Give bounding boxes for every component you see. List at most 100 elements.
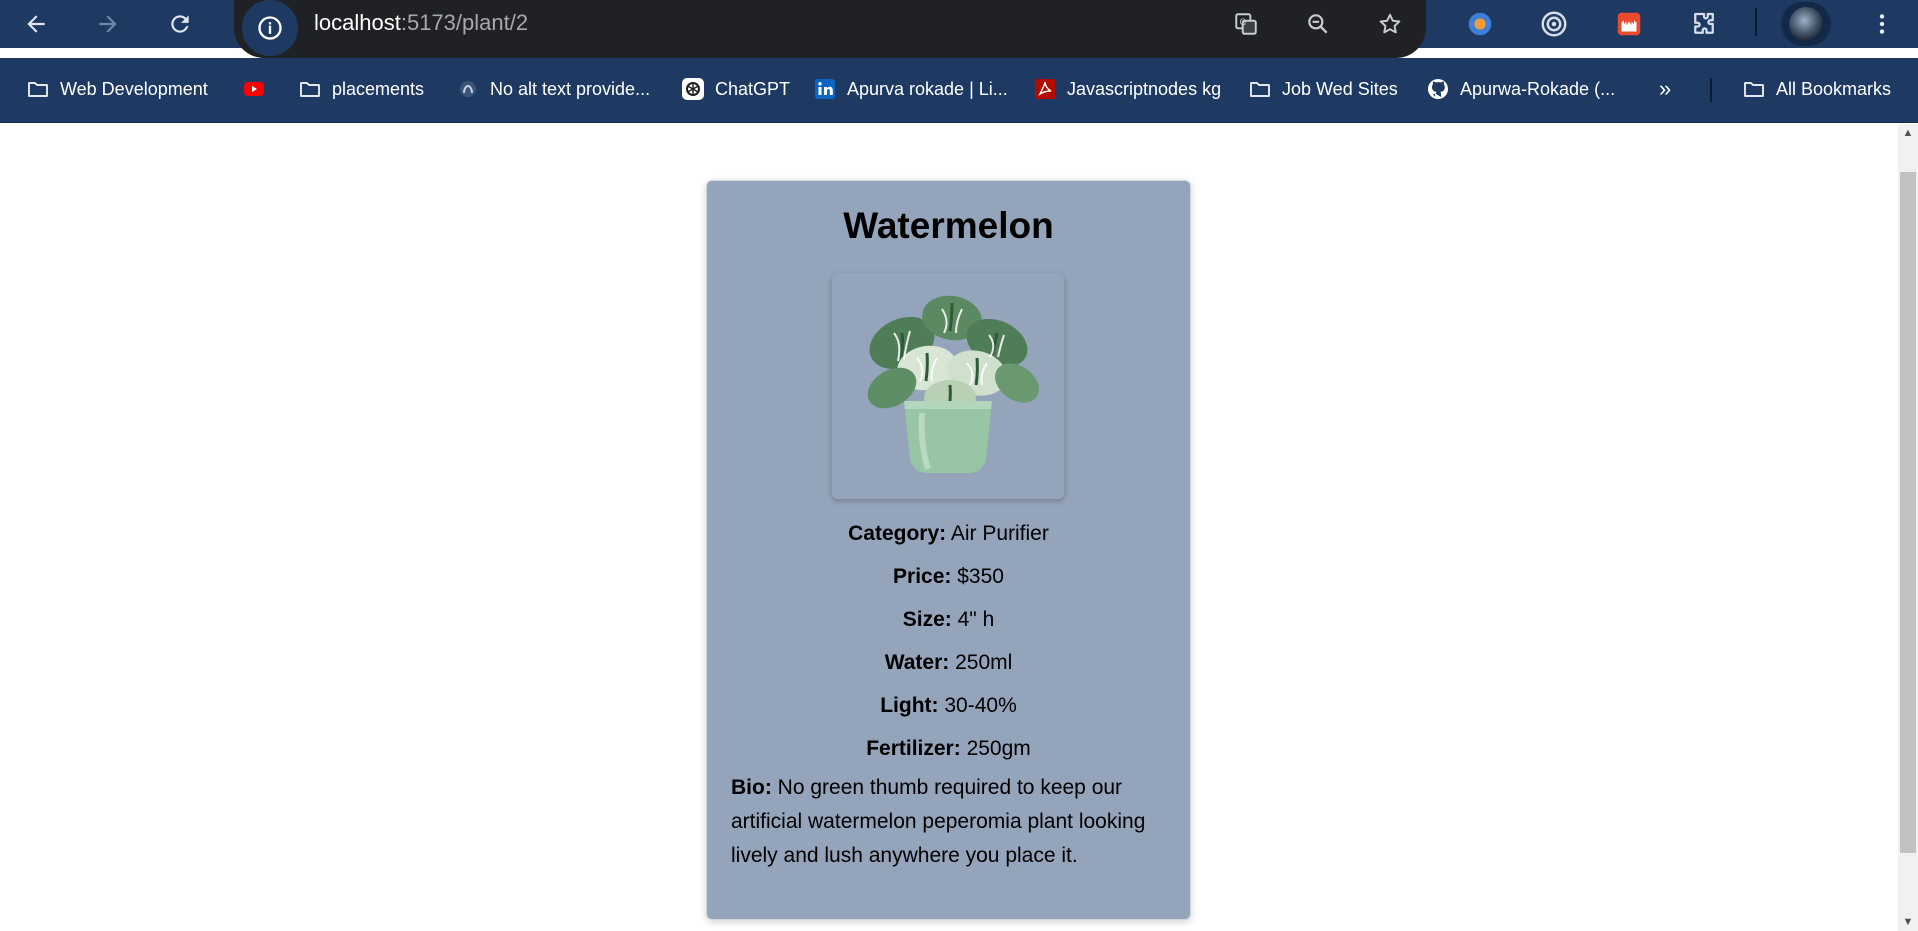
avatar [1789, 7, 1823, 41]
more-bookmarks-button[interactable]: » [1659, 74, 1671, 104]
plant-name: Watermelon [843, 205, 1054, 246]
info-icon [258, 16, 282, 40]
category-value: Air Purifier [946, 522, 1049, 545]
double-chevron-right-icon: » [1659, 76, 1672, 101]
folder-icon [298, 77, 322, 101]
extension-1-button[interactable] [1462, 6, 1498, 42]
more-vert-icon [1879, 14, 1885, 34]
bookmark-label: placements [332, 78, 425, 99]
bookmarks-bar: Web Development placements No alt text p… [0, 58, 1918, 123]
size-value: 4" h [951, 608, 995, 631]
translate-button[interactable]: G [1230, 8, 1262, 40]
folder-icon [26, 77, 50, 101]
browser-toolbar: localhost:5173/plant/2 G [0, 0, 1918, 58]
water-label: Water: [884, 651, 950, 674]
water-row: Water: 250ml [707, 650, 1190, 693]
scrollbar-thumb[interactable] [1900, 172, 1916, 853]
extension-2-button[interactable] [1536, 6, 1572, 42]
puzzle-icon [1694, 12, 1714, 34]
bookmark-javascriptnodes[interactable]: Javascriptnodes kg [1033, 74, 1221, 104]
svg-text:G: G [1240, 18, 1247, 28]
light-label: Light: [880, 694, 939, 717]
bookmark-job-wed-sites[interactable]: Job Wed Sites [1248, 74, 1398, 104]
target-icon [1541, 11, 1567, 37]
address-bar[interactable]: localhost:5173/plant/2 G [234, 0, 1426, 58]
fertilizer-label: Fertilizer: [866, 737, 961, 760]
bookmark-linkedin[interactable]: Apurva rokade | Li... [813, 74, 1008, 104]
url-path: :5173/plant/2 [400, 10, 529, 35]
pot [904, 401, 992, 473]
category-row: Category: Air Purifier [707, 521, 1190, 564]
bookmark-chatgpt[interactable]: ChatGPT [681, 74, 790, 104]
profile-avatar-button[interactable] [1781, 2, 1831, 46]
forward-button[interactable] [88, 4, 128, 44]
bookmark-placements[interactable]: placements [298, 74, 424, 104]
folder-icon [1248, 77, 1272, 101]
site-icon [456, 77, 480, 101]
size-row: Size: 4" h [707, 607, 1190, 650]
github-icon [1426, 77, 1450, 101]
triangle-down-icon: ▼ [1902, 916, 1914, 928]
zoom-out-icon [1308, 14, 1328, 34]
toolbar-divider [1755, 8, 1757, 36]
price-value: $350 [951, 565, 1004, 588]
plant-card: Watermelon Category: Air Purifier Price:… [706, 180, 1191, 920]
bio-label: Bio: [731, 776, 772, 799]
extensions-menu-button[interactable] [1686, 6, 1722, 42]
extension-orb-icon [1468, 12, 1492, 36]
pdf-icon [1033, 77, 1057, 101]
back-button[interactable] [16, 4, 56, 44]
youtube-icon [242, 77, 266, 101]
chatgpt-icon [681, 77, 705, 101]
zoom-button[interactable] [1302, 8, 1334, 40]
bookmark-label: No alt text provide... [490, 78, 651, 99]
reload-icon [171, 15, 189, 33]
browser-menu-button[interactable] [1864, 6, 1900, 42]
plant-illustration [867, 295, 1039, 473]
price-row: Price: $350 [707, 564, 1190, 607]
fertilizer-value: 250gm [960, 737, 1031, 760]
folder-icon [1742, 77, 1766, 101]
bookmark-star-button[interactable] [1374, 8, 1406, 40]
bookmark-youtube[interactable] [242, 74, 276, 104]
bookmark-label: Job Wed Sites [1282, 78, 1398, 99]
plant-details: Category: Air Purifier Price: $350 Size:… [707, 521, 1190, 779]
bookmark-web-development[interactable]: Web Development [26, 74, 208, 104]
light-value: 30-40% [938, 694, 1017, 717]
bookmark-label: Apurwa-Rokade (... [1460, 78, 1616, 99]
site-info-button[interactable] [242, 0, 298, 56]
bookmark-all-bookmarks[interactable]: All Bookmarks [1742, 74, 1891, 104]
bookmark-label: All Bookmarks [1776, 78, 1892, 99]
leaves [867, 295, 1039, 416]
extension-3-button[interactable] [1611, 6, 1647, 42]
url-host: localhost [314, 10, 401, 35]
size-label: Size: [902, 608, 952, 631]
reload-button[interactable] [160, 4, 200, 44]
plant-image [832, 273, 1064, 499]
arrow-right-icon [99, 15, 117, 33]
translate-icon: G [1235, 13, 1257, 35]
bookmarks-divider [1710, 78, 1712, 102]
price-label: Price: [893, 565, 952, 588]
category-label: Category: [848, 522, 947, 545]
arrow-left-icon [27, 15, 45, 33]
bookmark-label: Apurva rokade | Li... [847, 78, 1008, 99]
bookmark-no-alt-text[interactable]: No alt text provide... [456, 74, 650, 104]
scroll-up-button[interactable]: ▲ [1898, 124, 1918, 142]
page-content: Watermelon Category: Air Purifier Price:… [0, 124, 1898, 931]
url-text[interactable]: localhost:5173/plant/2 [314, 10, 528, 36]
bookmark-github[interactable]: Apurwa-Rokade (... [1426, 74, 1615, 104]
bookmark-label: ChatGPT [715, 78, 791, 99]
castle-extension-icon [1617, 12, 1641, 36]
light-row: Light: 30-40% [707, 693, 1190, 736]
water-value: 250ml [949, 651, 1013, 674]
triangle-up-icon: ▲ [1902, 127, 1914, 139]
bookmark-label: Javascriptnodes kg [1067, 78, 1222, 99]
plant-bio: Bio: No green thumb required to keep our… [731, 771, 1171, 873]
bio-text: No green thumb required to keep our arti… [731, 776, 1146, 867]
linkedin-icon [813, 77, 837, 101]
page-scrollbar[interactable]: ▲ ▼ [1898, 124, 1918, 931]
bookmark-label: Web Development [60, 78, 208, 99]
star-icon [1379, 13, 1401, 34]
scroll-down-button[interactable]: ▼ [1898, 913, 1918, 931]
